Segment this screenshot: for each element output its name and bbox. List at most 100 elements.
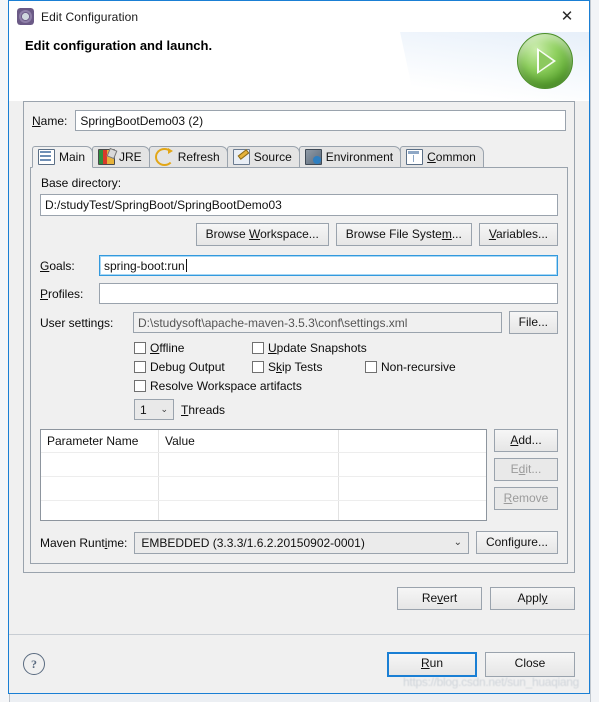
- dialog-body: Name: SpringBootDemo03 (2) Main JRE Refr…: [9, 101, 589, 693]
- checkbox-update-snapshots-label: Update Snapshots: [268, 341, 367, 355]
- parameter-table-area: Parameter Name Value Add... Edit... Remo…: [40, 429, 558, 521]
- environment-monitor-icon: [304, 149, 322, 165]
- watermark-text: https://blog.csdn.net/sun_huaqiang: [403, 675, 579, 689]
- checkbox-skip-tests-label: Skip Tests: [268, 360, 323, 374]
- profiles-input[interactable]: [99, 283, 558, 304]
- tab-page-main: Base directory: D:/studyTest/SpringBoot/…: [30, 168, 568, 564]
- gear-icon: [17, 8, 34, 25]
- tab-jre[interactable]: JRE: [92, 146, 150, 167]
- table-header-row: Parameter Name Value: [41, 430, 486, 452]
- checkbox-skip-tests[interactable]: Skip Tests: [252, 360, 365, 374]
- jre-books-icon: [98, 149, 116, 165]
- user-settings-input[interactable]: D:\studysoft\apache-maven-3.5.3\conf\set…: [133, 312, 502, 333]
- base-directory-buttons: Browse Workspace... Browse File System..…: [40, 223, 558, 246]
- threads-value: 1: [140, 402, 147, 417]
- tab-common-label: Common: [427, 150, 476, 164]
- tab-source-label: Source: [253, 150, 292, 164]
- tab-main-label: Main: [59, 150, 86, 164]
- base-directory-input[interactable]: D:/studyTest/SpringBoot/SpringBootDemo03: [40, 194, 558, 216]
- checkbox-update-snapshots[interactable]: Update Snapshots: [252, 341, 367, 355]
- run-button[interactable]: Run: [387, 651, 477, 677]
- user-settings-file-button[interactable]: File...: [508, 311, 558, 334]
- common-window-icon: [406, 149, 424, 165]
- name-input[interactable]: SpringBootDemo03 (2): [75, 110, 566, 131]
- help-icon[interactable]: ?: [23, 653, 45, 675]
- tab-strip: Main JRE Refresh Source Environment Comm…: [30, 145, 568, 168]
- maven-runtime-row: Maven Runtime: EMBEDDED (3.3.3/1.6.2.201…: [40, 531, 558, 554]
- checkbox-box[interactable]: [252, 361, 264, 373]
- column-header-parameter-name[interactable]: Parameter Name: [41, 430, 159, 452]
- text-caret: [185, 259, 187, 272]
- user-settings-row: User settings: D:\studysoft\apache-maven…: [40, 311, 558, 334]
- revert-button[interactable]: Revert: [397, 587, 482, 610]
- tab-main[interactable]: Main: [32, 146, 94, 168]
- goals-label: Goals:: [40, 258, 75, 273]
- table-row[interactable]: [41, 452, 486, 476]
- checkbox-line-2: Debug Output Skip Tests Non-recursive: [134, 360, 558, 374]
- checkbox-debug-output[interactable]: Debug Output: [134, 360, 252, 374]
- column-header-value[interactable]: Value: [159, 430, 339, 452]
- checkbox-resolve-workspace-artifacts[interactable]: Resolve Workspace artifacts: [134, 379, 302, 393]
- checkbox-resolve-workspace-artifacts-label: Resolve Workspace artifacts: [150, 379, 302, 393]
- edit-configuration-dialog: Edit Configuration ✕ Edit configuration …: [8, 0, 590, 694]
- dialog-title: Edit Configuration: [41, 9, 139, 24]
- checkbox-box[interactable]: [252, 342, 264, 354]
- dialog-header: Edit configuration and launch.: [9, 32, 589, 101]
- refresh-arrows-icon: [154, 148, 174, 166]
- chevron-down-icon[interactable]: ⌄: [160, 405, 173, 415]
- background-right-edge: [590, 0, 599, 702]
- checkbox-offline[interactable]: Offline: [134, 341, 252, 355]
- checkbox-box[interactable]: [365, 361, 377, 373]
- user-settings-label: User settings:: [40, 315, 114, 330]
- edit-parameter-button: Edit...: [494, 458, 558, 481]
- checkbox-offline-label: Offline: [150, 341, 185, 355]
- checkbox-box[interactable]: [134, 361, 146, 373]
- dialog-titlebar: Edit Configuration ✕: [9, 1, 589, 32]
- threads-spinner[interactable]: 1 ⌄: [134, 399, 174, 420]
- green-run-play-icon: [517, 33, 573, 89]
- chevron-down-icon[interactable]: ⌄: [454, 537, 462, 548]
- checkbox-non-recursive[interactable]: Non-recursive: [365, 360, 456, 374]
- maven-runtime-select[interactable]: EMBEDDED (3.3.3/1.6.2.20150902-0001) ⌄: [134, 531, 469, 554]
- checkbox-box[interactable]: [134, 380, 146, 392]
- variables-button[interactable]: Variables...: [478, 223, 558, 246]
- parameter-table[interactable]: Parameter Name Value: [40, 429, 487, 521]
- main-document-icon: [38, 149, 55, 165]
- column-header-extra[interactable]: [339, 430, 486, 452]
- dialog-footer: ? Run Close https://blog.csdn.net/sun_hu…: [9, 634, 589, 693]
- table-row[interactable]: [41, 476, 486, 500]
- add-parameter-button[interactable]: Add...: [494, 429, 558, 452]
- checkbox-non-recursive-label: Non-recursive: [381, 360, 456, 374]
- checkbox-debug-output-label: Debug Output: [150, 360, 225, 374]
- close-button[interactable]: Close: [485, 651, 575, 677]
- apply-button[interactable]: Apply: [490, 587, 575, 610]
- parameter-table-buttons: Add... Edit... Remove: [494, 429, 558, 521]
- tab-source[interactable]: Source: [226, 146, 300, 167]
- tab-common[interactable]: Common: [400, 146, 484, 167]
- goals-row: Goals: spring-boot:run: [40, 255, 558, 276]
- name-row: Name: SpringBootDemo03 (2): [23, 101, 575, 139]
- maven-runtime-label: Maven Runtime:: [40, 535, 128, 550]
- maven-runtime-value: EMBEDDED (3.3.3/1.6.2.20150902-0001): [141, 535, 365, 550]
- browse-workspace-button[interactable]: Browse Workspace...: [195, 223, 329, 246]
- configure-button[interactable]: Configure...: [475, 531, 558, 554]
- profiles-row: Profiles:: [40, 283, 558, 304]
- base-directory-label: Base directory:: [41, 176, 122, 190]
- revert-apply-row: Revert Apply: [23, 587, 575, 610]
- table-row[interactable]: [41, 500, 486, 520]
- tab-environment-label: Environment: [325, 150, 394, 164]
- tab-folder: Main JRE Refresh Source Environment Comm…: [23, 139, 575, 573]
- tab-environment[interactable]: Environment: [298, 146, 402, 167]
- remove-parameter-button: Remove: [494, 487, 558, 510]
- close-icon[interactable]: ✕: [545, 1, 589, 31]
- source-pencil-icon: [232, 149, 250, 165]
- tab-jre-label: JRE: [119, 150, 142, 164]
- checkbox-box[interactable]: [134, 342, 146, 354]
- option-checkboxes: Offline Update Snapshots Debug Output Sk…: [134, 341, 558, 393]
- browse-file-system-button[interactable]: Browse File System...: [335, 223, 472, 246]
- threads-label: Threads: [181, 402, 226, 417]
- goals-input[interactable]: spring-boot:run: [99, 255, 558, 276]
- name-label: Name:: [32, 113, 68, 128]
- tab-refresh[interactable]: Refresh: [148, 146, 228, 167]
- tab-refresh-label: Refresh: [177, 150, 220, 164]
